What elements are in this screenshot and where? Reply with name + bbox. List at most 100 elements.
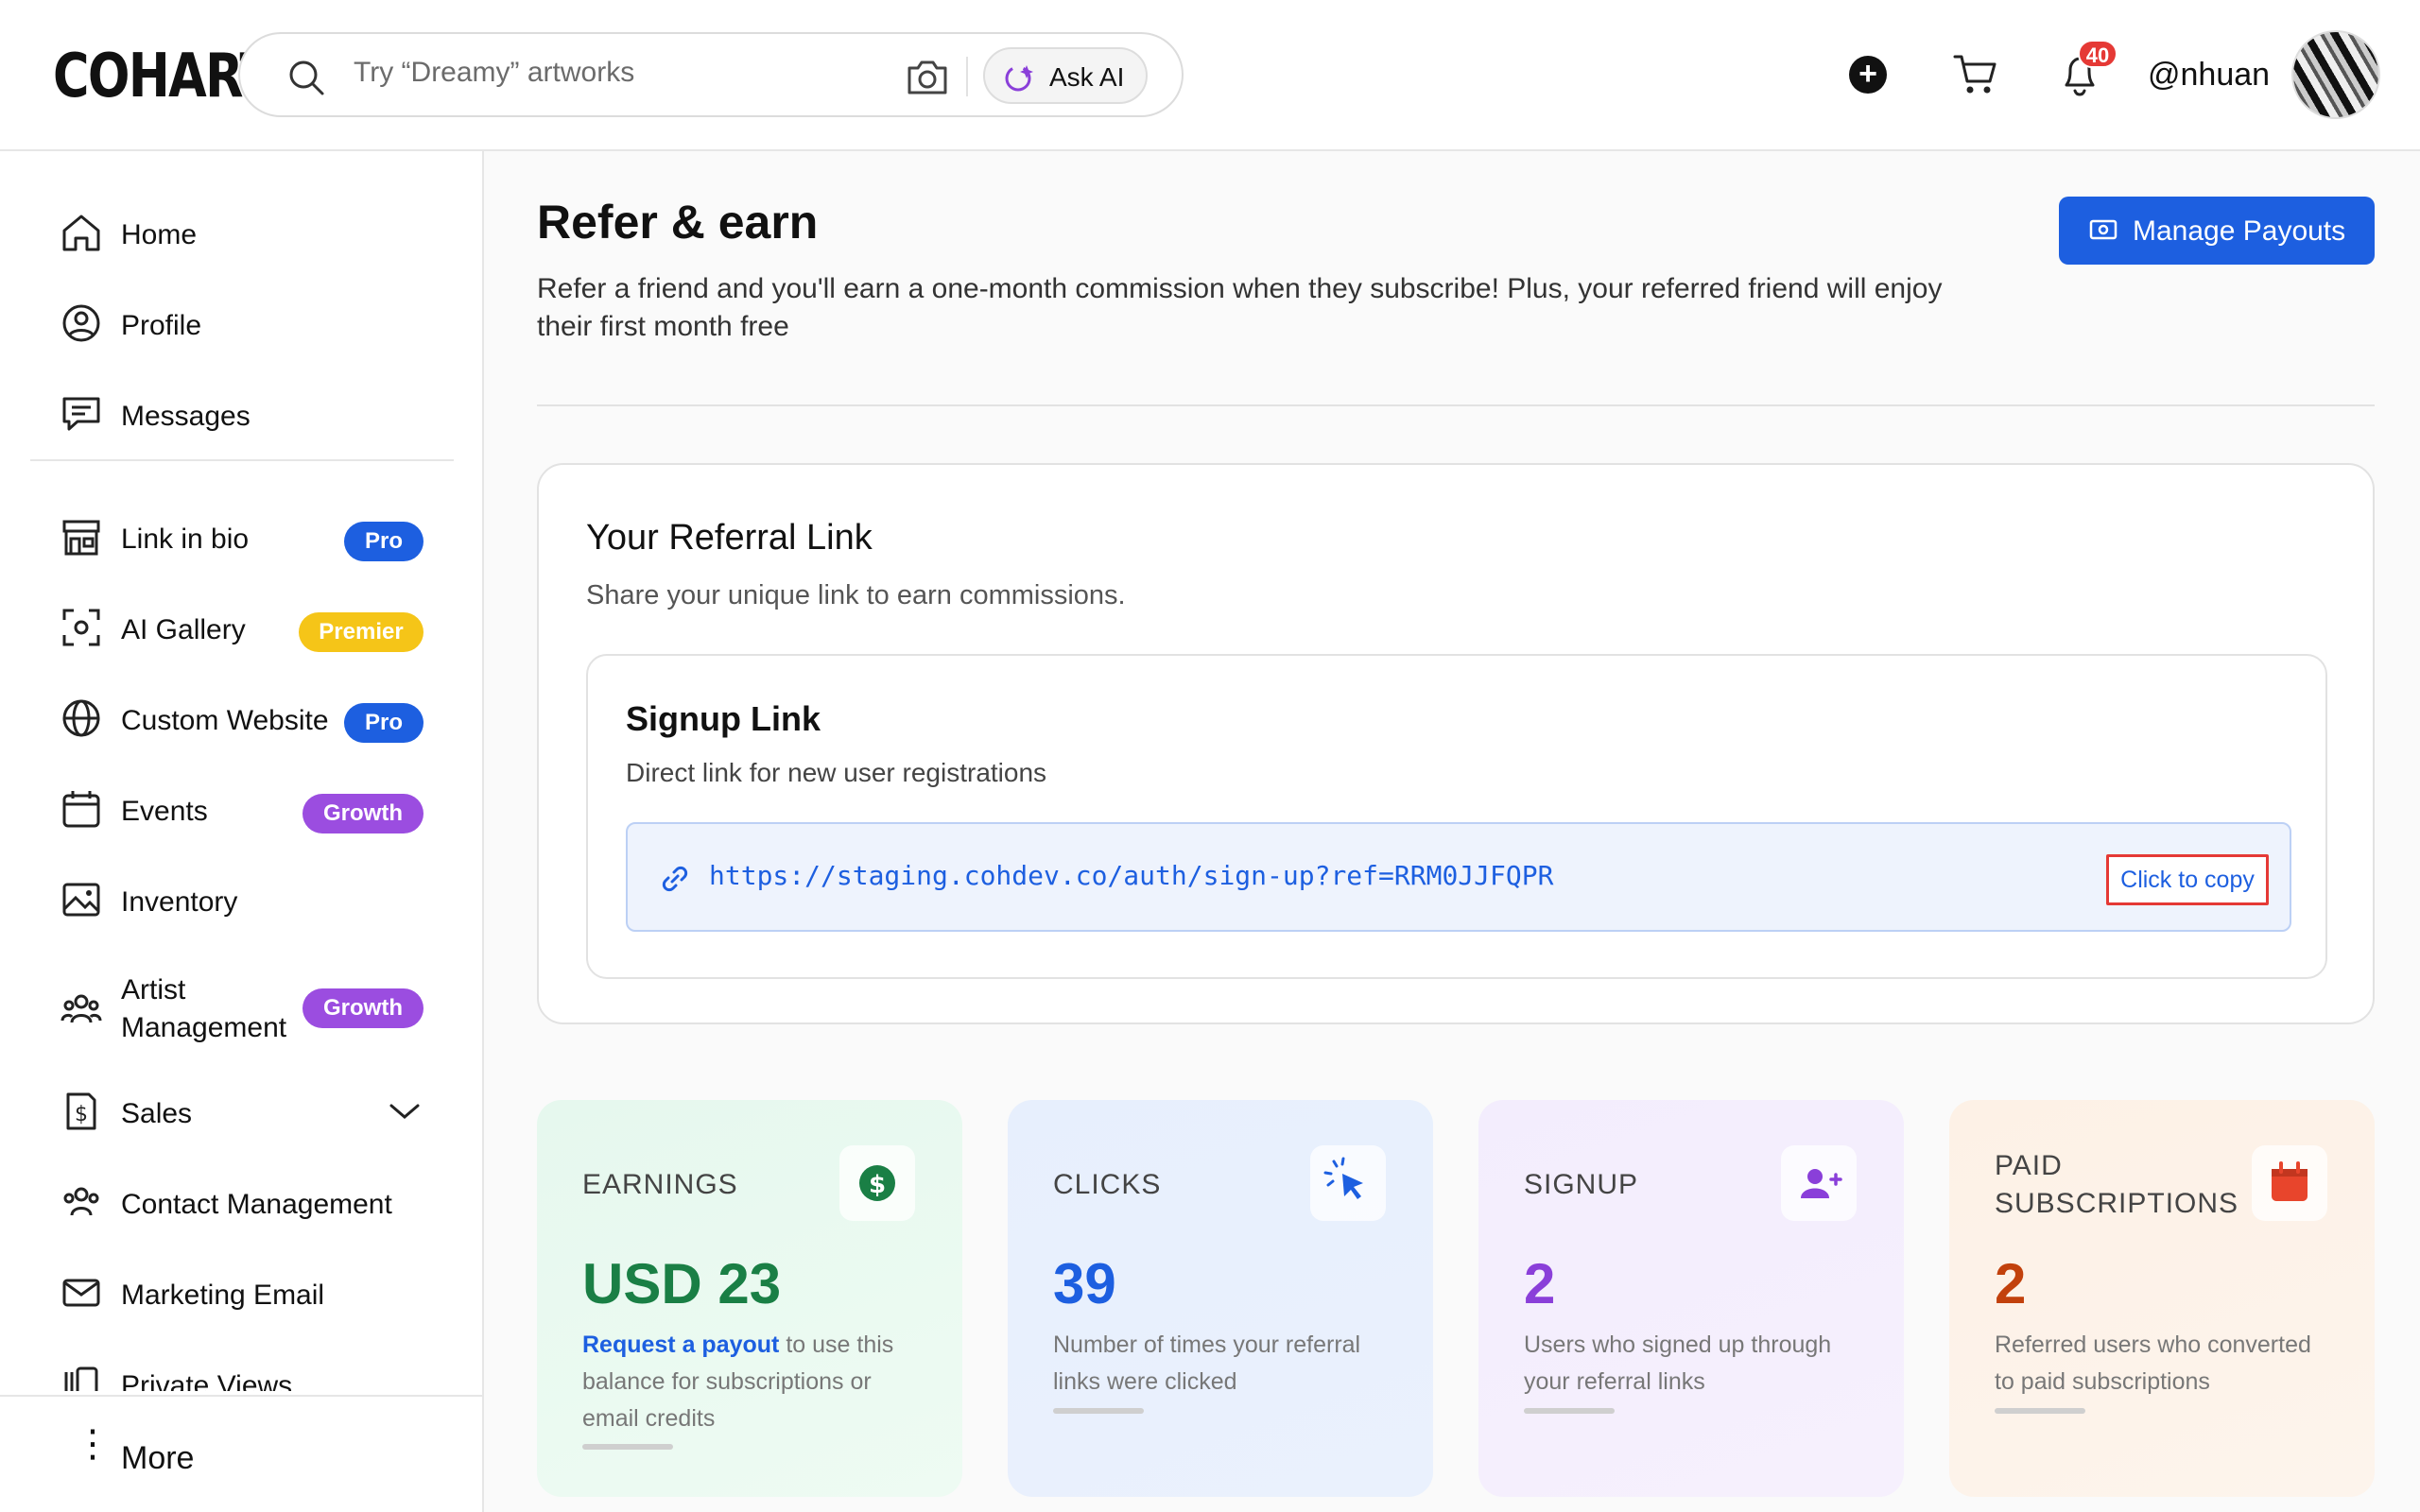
sidebar-item-private-views[interactable]: Private Views [60,1353,439,1391]
svg-text:$: $ [75,1103,88,1126]
signup-label: SIGNUP [1524,1169,1639,1200]
manage-payouts-label: Manage Payouts [2133,215,2346,247]
request-payout-link[interactable]: Request a payout [582,1332,779,1358]
private-views-icon [64,1366,98,1391]
people-icon [60,994,102,1023]
main-divider [537,404,2375,406]
sparkle-search-icon [1005,65,1033,92]
sidebar-item-messages[interactable]: Messages [60,384,439,440]
sidebar-item-label: Marketing Email [121,1280,325,1311]
sidebar: Home Profile Messages Link in bio Pro AI… [0,151,484,1512]
search-bar[interactable]: Try “Dreamy” artworks Ask AI [238,32,1184,117]
sidebar-item-label: Contact Management [121,1189,392,1220]
referral-url[interactable]: https://staging.cohdev.co/auth/sign-up?r… [709,860,1553,891]
banknote-icon [2089,219,2118,240]
clicks-underline [1053,1408,1144,1414]
mail-icon [62,1279,100,1307]
chevron-down-icon[interactable] [388,1100,422,1123]
search-divider [966,57,968,96]
signup-value: 2 [1524,1252,1556,1315]
image-icon [62,883,100,917]
paid-subscriptions-value: 2 [1995,1252,2027,1315]
sidebar-item-profile[interactable]: Profile [60,293,439,350]
sidebar-item-label: Private Views [121,1370,293,1391]
sidebar-item-label: Inventory [121,886,238,918]
page-subtitle: Refer a friend and you'll earn a one-mon… [537,273,1943,342]
sidebar-bottom-divider [0,1395,484,1397]
sidebar-item-label: Home [121,219,198,250]
clicks-value: 39 [1053,1252,1116,1315]
username[interactable]: @nhuan [2148,57,2270,94]
sidebar-item-label: Link in bio [121,524,250,555]
paid-subscriptions-card: PAID SUBSCRIPTIONS 2 Referred users who … [1949,1100,2375,1497]
messages-icon [62,397,100,431]
sidebar-item-label: AI Gallery [121,614,246,645]
scan-icon [62,609,100,646]
sidebar-item-sales[interactable]: $ Sales [60,1081,439,1138]
sidebar-item-home[interactable]: Home [60,202,439,259]
create-plus-icon[interactable]: + [1849,56,1887,94]
contacts-icon [63,1187,99,1216]
sidebar-item-ai-gallery[interactable]: AI Gallery Premier [60,597,439,654]
search-input[interactable]: Try “Dreamy” artworks [354,57,634,89]
referral-url-box[interactable]: https://staging.cohdev.co/auth/sign-up?r… [626,822,2291,932]
profile-icon [62,304,100,342]
paid-subscriptions-underline [1995,1408,2085,1414]
paid-subscriptions-description: Referred users who converted to paid sub… [1995,1332,2311,1395]
signup-description: Users who signed up through your referra… [1524,1332,1832,1395]
referral-card-title: Your Referral Link [586,518,873,558]
sidebar-item-inventory[interactable]: Inventory [60,869,439,926]
svg-text:$: $ [869,1171,886,1199]
ask-ai-button[interactable]: Ask AI [983,47,1148,104]
signup-link-subtitle: Direct link for new user registrations [626,758,1047,787]
user-plus-icon [1781,1145,1857,1221]
signup-link-title: Signup Link [626,699,821,738]
signup-card: SIGNUP 2 Users who signed up through you… [1478,1100,1904,1497]
signup-link-card: Signup Link Direct link for new user reg… [586,654,2327,979]
avatar[interactable] [2291,30,2380,119]
growth-badge: Growth [302,988,424,1028]
storefront-icon [62,520,100,556]
sidebar-item-link-in-bio[interactable]: Link in bio Pro [60,507,439,563]
calendar-filled-icon [2252,1145,2327,1221]
earnings-description: Request a payout to use this balance for… [582,1327,923,1437]
clicks-description: Number of times your referral links were… [1053,1332,1361,1395]
earnings-value: USD 23 [582,1252,782,1315]
signup-underline [1524,1408,1615,1414]
earnings-card: EARNINGS $ USD 23 Request a payout to us… [537,1100,962,1497]
home-icon [62,215,100,251]
sidebar-item-marketing-email[interactable]: Marketing Email [60,1263,439,1319]
growth-badge: Growth [302,794,424,833]
click-to-copy-button[interactable]: Click to copy [2106,854,2269,905]
manage-payouts-button[interactable]: Manage Payouts [2059,197,2375,265]
dollar-icon: $ [66,1092,96,1130]
cart-icon[interactable] [1953,53,1998,96]
sidebar-item-events[interactable]: Events Growth [60,779,439,835]
link-icon [662,866,688,892]
more-label: More [121,1440,195,1476]
more-vertical-icon: ⋮ [74,1423,112,1465]
sidebar-item-custom-website[interactable]: Custom Website Pro [60,688,439,745]
camera-icon[interactable] [906,57,949,96]
calendar-icon [62,791,100,828]
sidebar-item-label: Messages [121,401,251,432]
sidebar-more-button[interactable]: ⋮ More [60,1423,344,1484]
sidebar-item-contact-management[interactable]: Contact Management [60,1172,439,1228]
page-title: Refer & earn [537,196,819,249]
paid-subscriptions-label: PAID SUBSCRIPTIONS [1995,1150,2239,1219]
notification-badge: 40 [2078,40,2118,68]
sidebar-item-label: Profile [121,310,202,341]
clicks-card: CLICKS 39 Number of times your referral … [1008,1100,1433,1497]
premier-badge: Premier [299,612,424,652]
sidebar-item-label: Events [121,796,208,827]
pro-badge: Pro [344,522,424,561]
referral-link-card: Your Referral Link Share your unique lin… [537,463,2375,1024]
ask-ai-label: Ask AI [1049,62,1125,92]
cursor-click-icon [1310,1145,1386,1221]
search-icon [289,60,324,95]
sidebar-item-artist-management[interactable]: Artist Management Growth [60,970,439,1045]
sidebar-item-label: Custom Website [121,705,329,736]
sidebar-divider [30,459,454,461]
earnings-underline [582,1444,673,1450]
dollar-circle-icon: $ [839,1145,915,1221]
